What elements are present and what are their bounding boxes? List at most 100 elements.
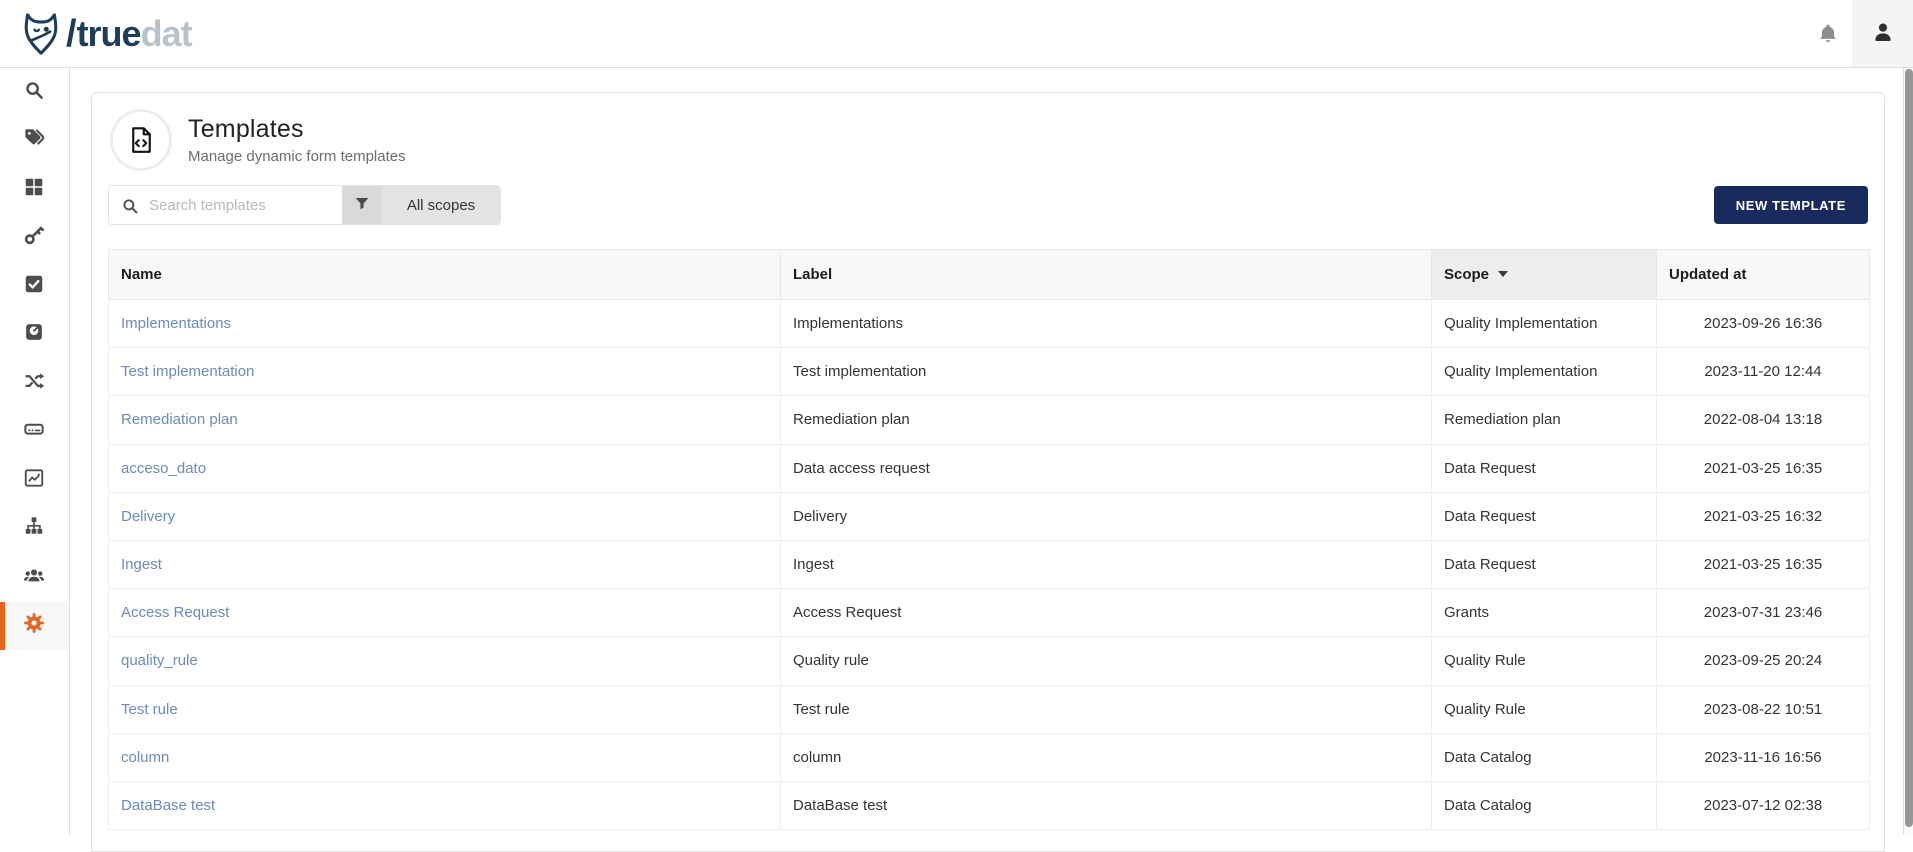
search-icon bbox=[23, 79, 45, 106]
controls-row: All scopes NEW TEMPLATE bbox=[92, 185, 1884, 225]
template-label-cell: column bbox=[781, 733, 1432, 781]
sort-desc-icon bbox=[1498, 271, 1508, 277]
table-body: Implementations Implementations Quality … bbox=[109, 300, 1870, 830]
sidebar-item-analytics[interactable] bbox=[0, 456, 69, 505]
truedat-logo[interactable]: /truedat bbox=[18, 10, 192, 58]
template-label-cell: Access Request bbox=[781, 589, 1432, 637]
table-row: Test rule Test rule Quality Rule 2023-08… bbox=[109, 685, 1870, 733]
template-scope-cell: Data Catalog bbox=[1432, 781, 1657, 829]
sidebar-item-tasks[interactable] bbox=[0, 262, 69, 311]
template-updated-cell: 2023-09-26 16:36 bbox=[1657, 300, 1870, 348]
template-name-link[interactable]: Test rule bbox=[109, 685, 781, 733]
template-label-cell: Implementations bbox=[781, 300, 1432, 348]
template-name-link[interactable]: quality_rule bbox=[109, 637, 781, 685]
logo-slash: / bbox=[66, 13, 76, 55]
table-row: Access Request Access Request Grants 202… bbox=[109, 589, 1870, 637]
template-name-link[interactable]: Ingest bbox=[109, 540, 781, 588]
logo-brand-dark: true bbox=[77, 13, 141, 54]
template-scope-cell: Quality Rule bbox=[1432, 685, 1657, 733]
sidebar-nav bbox=[0, 68, 70, 834]
file-code-icon bbox=[110, 109, 172, 171]
template-label-cell: Test rule bbox=[781, 685, 1432, 733]
table-header-row: Name Label Scope Updated at bbox=[109, 250, 1870, 300]
sidebar-item-users[interactable] bbox=[0, 553, 69, 602]
table-row: Test implementation Test implementation … bbox=[109, 348, 1870, 396]
users-icon bbox=[23, 564, 45, 591]
template-updated-cell: 2023-07-31 23:46 bbox=[1657, 589, 1870, 637]
sidebar-item-tags[interactable] bbox=[0, 117, 69, 166]
template-label-cell: Ingest bbox=[781, 540, 1432, 588]
scope-filter-button[interactable] bbox=[342, 186, 382, 224]
all-scopes-dropdown[interactable]: All scopes bbox=[382, 186, 500, 224]
template-scope-cell: Quality Rule bbox=[1432, 637, 1657, 685]
vertical-scrollbar[interactable] bbox=[1903, 68, 1913, 834]
sidebar-item-lineage[interactable] bbox=[0, 359, 69, 408]
template-name-link[interactable]: DataBase test bbox=[109, 781, 781, 829]
sidebar-item-search[interactable] bbox=[0, 68, 69, 117]
template-scope-cell: Remediation plan bbox=[1432, 396, 1657, 444]
column-header-updated-at[interactable]: Updated at bbox=[1657, 250, 1870, 300]
scrollbar-thumb[interactable] bbox=[1905, 69, 1913, 827]
server-icon bbox=[23, 418, 45, 445]
template-scope-cell: Data Request bbox=[1432, 540, 1657, 588]
template-label-cell: Test implementation bbox=[781, 348, 1432, 396]
template-label-cell: Data access request bbox=[781, 444, 1432, 492]
template-scope-cell: Data Catalog bbox=[1432, 733, 1657, 781]
table-row: DataBase test DataBase test Data Catalog… bbox=[109, 781, 1870, 829]
user-icon bbox=[1871, 20, 1895, 47]
template-name-link[interactable]: acceso_dato bbox=[109, 444, 781, 492]
sitemap-icon bbox=[23, 515, 45, 542]
sidebar-item-quality[interactable] bbox=[0, 311, 69, 360]
funnel-icon bbox=[353, 195, 371, 216]
template-updated-cell: 2021-03-25 16:35 bbox=[1657, 444, 1870, 492]
column-header-label[interactable]: Label bbox=[781, 250, 1432, 300]
line-chart-icon bbox=[23, 467, 45, 494]
sidebar-item-grid[interactable] bbox=[0, 165, 69, 214]
template-name-link[interactable]: Remediation plan bbox=[109, 396, 781, 444]
search-filter-group: All scopes bbox=[108, 185, 501, 225]
gear-icon bbox=[23, 612, 45, 639]
notifications-button[interactable] bbox=[1815, 22, 1841, 48]
template-label-cell: Quality rule bbox=[781, 637, 1432, 685]
column-header-scope[interactable]: Scope bbox=[1432, 250, 1657, 300]
grid-icon bbox=[23, 176, 45, 203]
column-header-name[interactable]: Name bbox=[109, 250, 781, 300]
template-updated-cell: 2023-11-16 16:56 bbox=[1657, 733, 1870, 781]
check-square-icon bbox=[23, 273, 45, 300]
template-label-cell: Remediation plan bbox=[781, 396, 1432, 444]
templates-table: Name Label Scope Updated at Implementati… bbox=[108, 249, 1870, 830]
table-row: column column Data Catalog 2023-11-16 16… bbox=[109, 733, 1870, 781]
search-templates-input[interactable] bbox=[109, 186, 342, 224]
sidebar-item-structure[interactable] bbox=[0, 505, 69, 554]
shuffle-icon bbox=[23, 370, 45, 397]
table-row: quality_rule Quality rule Quality Rule 2… bbox=[109, 637, 1870, 685]
search-box bbox=[109, 186, 342, 224]
table-row: Ingest Ingest Data Request 2021-03-25 16… bbox=[109, 540, 1870, 588]
table-row: Remediation plan Remediation plan Remedi… bbox=[109, 396, 1870, 444]
template-name-link[interactable]: Delivery bbox=[109, 492, 781, 540]
template-name-link[interactable]: Access Request bbox=[109, 589, 781, 637]
bell-icon bbox=[1816, 34, 1840, 49]
table-row: Delivery Delivery Data Request 2021-03-2… bbox=[109, 492, 1870, 540]
top-header: /truedat bbox=[0, 0, 1913, 68]
templates-card: Templates Manage dynamic form templates … bbox=[91, 92, 1885, 852]
tags-icon bbox=[23, 127, 45, 154]
sidebar-item-key[interactable] bbox=[0, 214, 69, 263]
template-name-link[interactable]: Test implementation bbox=[109, 348, 781, 396]
template-scope-cell: Grants bbox=[1432, 589, 1657, 637]
template-updated-cell: 2023-09-25 20:24 bbox=[1657, 637, 1870, 685]
page-subtitle: Manage dynamic form templates bbox=[188, 148, 406, 165]
template-scope-cell: Quality Implementation bbox=[1432, 300, 1657, 348]
user-menu-button[interactable] bbox=[1852, 0, 1913, 67]
template-updated-cell: 2022-08-04 13:18 bbox=[1657, 396, 1870, 444]
template-name-link[interactable]: Implementations bbox=[109, 300, 781, 348]
sidebar-item-systems[interactable] bbox=[0, 408, 69, 457]
template-updated-cell: 2023-11-20 12:44 bbox=[1657, 348, 1870, 396]
template-updated-cell: 2023-07-12 02:38 bbox=[1657, 781, 1870, 829]
template-name-link[interactable]: column bbox=[109, 733, 781, 781]
template-label-cell: DataBase test bbox=[781, 781, 1432, 829]
key-icon bbox=[23, 224, 45, 251]
sidebar-item-settings[interactable] bbox=[0, 602, 69, 651]
new-template-button[interactable]: NEW TEMPLATE bbox=[1714, 186, 1868, 224]
owl-logo-icon bbox=[18, 11, 64, 57]
